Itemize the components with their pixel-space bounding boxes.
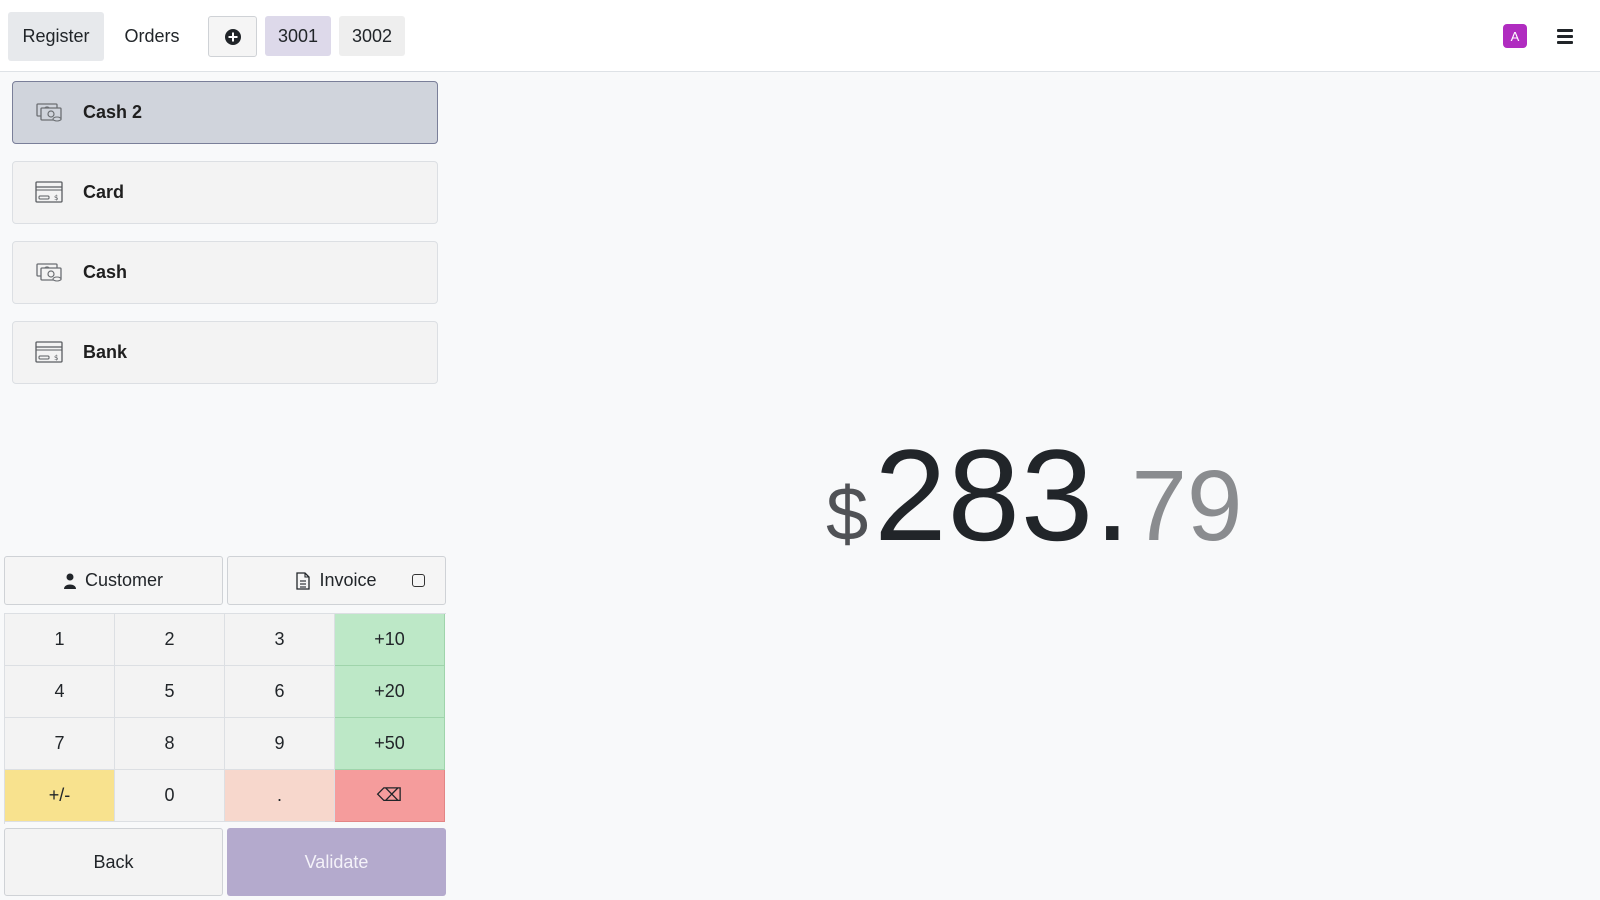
order-tab-3002[interactable]: 3002 [339,16,405,56]
payment-method-bank[interactable]: $ Bank [12,321,438,384]
invoice-checkbox[interactable] [412,574,425,587]
currency-symbol: $ [826,472,869,557]
customer-button[interactable]: Customer [4,556,223,605]
invoice-button[interactable]: Invoice [227,556,446,605]
payment-method-label: Bank [83,342,128,362]
svg-text:$: $ [54,354,58,362]
numpad-key-sign-toggle[interactable]: +/- [5,770,115,822]
backspace-icon[interactable]: ⌫ [335,770,445,822]
numpad-key-5[interactable]: 5 [115,666,225,718]
user-avatar[interactable]: A [1503,24,1527,48]
numpad-key-plus-10[interactable]: +10 [335,614,445,666]
cash-icon [36,103,62,122]
plus-circle-icon [224,28,241,45]
numpad-key-decimal[interactable]: . [225,770,335,822]
document-icon [296,571,311,590]
numpad-key-3[interactable]: 3 [225,614,335,666]
numpad-key-plus-50[interactable]: +50 [335,718,445,770]
card-icon: $ [35,181,63,203]
orders-tab[interactable]: Orders [108,12,196,61]
numpad: 1 2 3 +10 4 5 6 +20 7 8 9 +50 +/- 0 . ⌫ [4,613,446,824]
hamburger-menu-icon[interactable] [1556,26,1574,46]
payment-method-label: Cash 2 [83,102,143,122]
register-tab[interactable]: Register [8,12,104,61]
payment-method-label: Card [83,182,125,202]
numpad-key-8[interactable]: 8 [115,718,225,770]
numpad-key-9[interactable]: 9 [225,718,335,770]
back-button[interactable]: Back [4,828,223,896]
card-icon: $ [35,341,63,363]
user-icon [63,573,76,589]
svg-text:$: $ [54,194,58,202]
validate-button[interactable]: Validate [227,828,446,896]
top-bar: Register Orders 3001 3002 A [0,0,1600,72]
new-order-button[interactable] [208,16,257,57]
total-amount-display: $ 283. 79 [826,420,1243,568]
numpad-key-6[interactable]: 6 [225,666,335,718]
amount-decimal: 79 [1131,450,1243,562]
numpad-key-2[interactable]: 2 [115,614,225,666]
customer-button-label: Customer [84,570,164,590]
payment-method-label: Cash [83,262,128,282]
order-tab-3001[interactable]: 3001 [265,16,331,56]
numpad-key-7[interactable]: 7 [5,718,115,770]
amount-integer: 283. [874,422,1132,568]
payment-method-cash-2[interactable]: Cash 2 [12,81,438,144]
payment-method-cash[interactable]: Cash [12,241,438,304]
invoice-button-label: Invoice [319,570,377,590]
numpad-key-4[interactable]: 4 [5,666,115,718]
numpad-key-0[interactable]: 0 [115,770,225,822]
cash-icon [36,263,62,282]
numpad-key-1[interactable]: 1 [5,614,115,666]
numpad-key-plus-20[interactable]: +20 [335,666,445,718]
payment-method-card[interactable]: $ Card [12,161,438,224]
